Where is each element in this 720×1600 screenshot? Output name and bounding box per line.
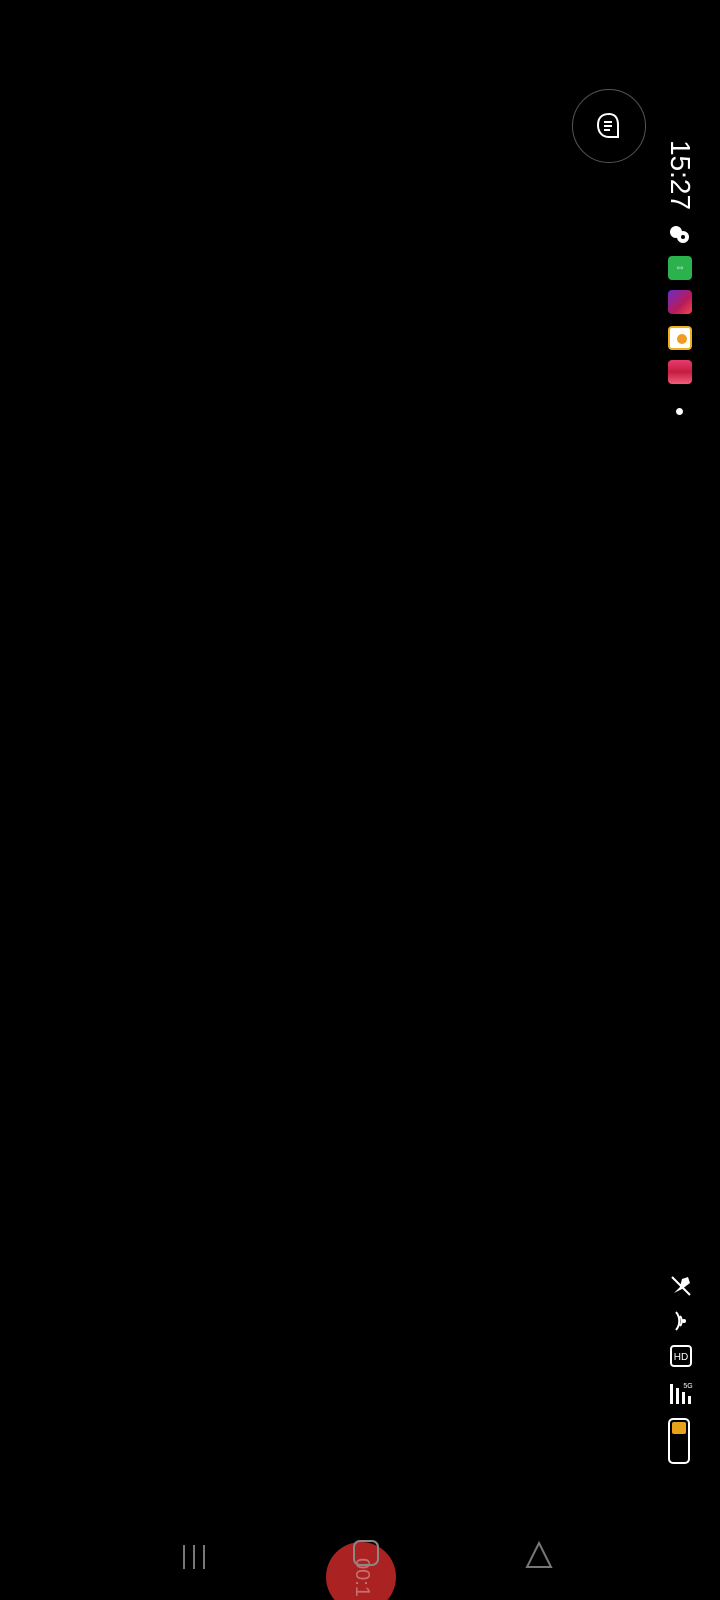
game-controller-icon — [668, 222, 692, 246]
more-notifications-dot — [676, 408, 683, 415]
status-time: 15:27 — [665, 139, 697, 211]
back-icon[interactable] — [524, 1540, 554, 1570]
wechat-app-icon: ◦◦ — [668, 256, 692, 280]
svg-text:HD: HD — [674, 1352, 688, 1363]
pink-app-icon — [668, 360, 692, 384]
wifi-icon — [668, 1308, 694, 1334]
battery-level-fill — [672, 1422, 686, 1434]
signal-5g-icon: 5G — [668, 1380, 694, 1406]
battery-icon — [668, 1418, 690, 1464]
red-app-icon — [668, 290, 692, 314]
assistant-bubble-icon — [596, 112, 619, 138]
screen: 15:27 ◦◦ HD 5G 00:1 — [0, 0, 720, 1600]
svg-text:5G: 5G — [683, 1383, 692, 1390]
yellow-app-icon — [668, 326, 692, 350]
recent-apps-icon[interactable] — [178, 1540, 212, 1574]
hd-icon: HD — [668, 1343, 694, 1369]
floating-assistant-button[interactable] — [572, 89, 646, 163]
home-icon[interactable] — [352, 1539, 380, 1567]
mute-icon — [668, 1273, 694, 1299]
